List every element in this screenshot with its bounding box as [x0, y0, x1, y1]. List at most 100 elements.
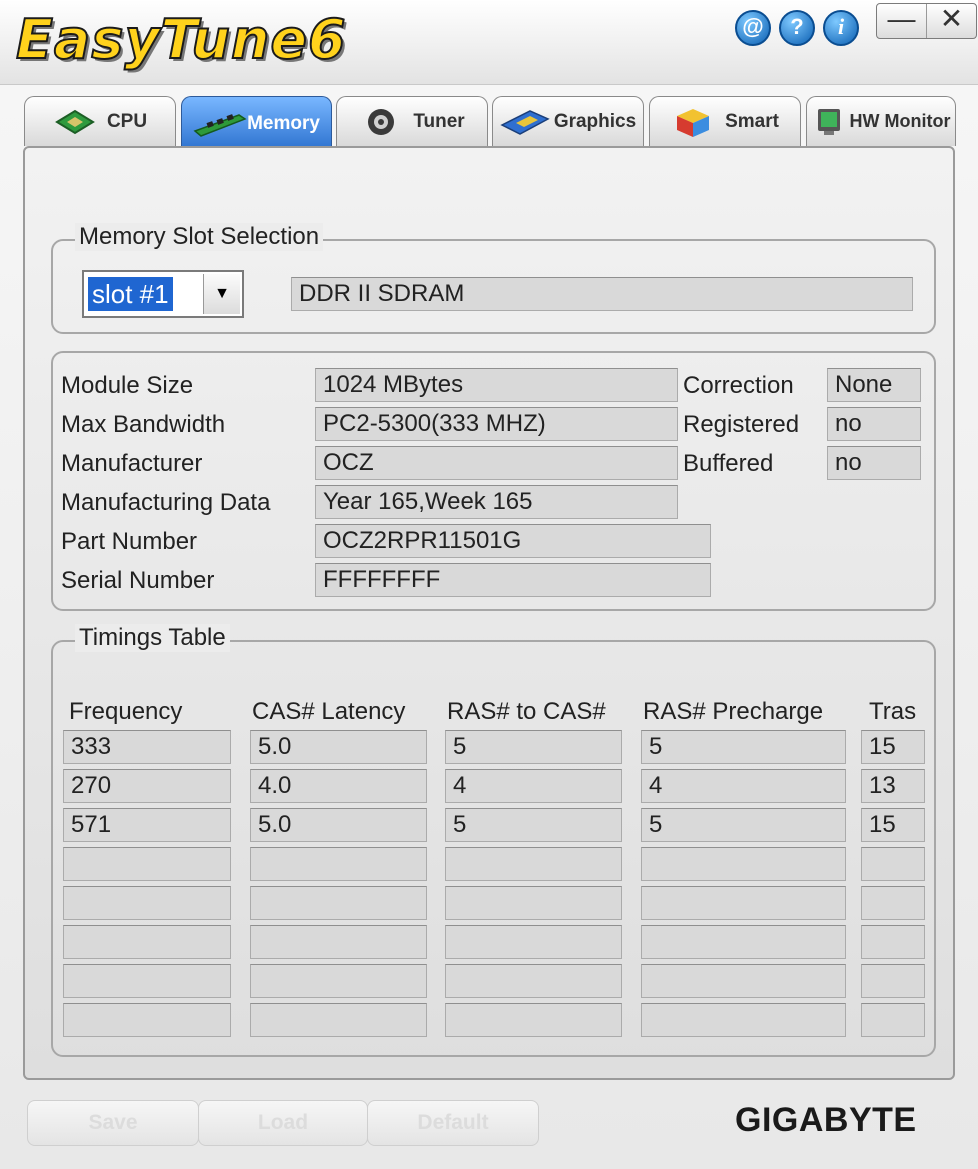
timings-cell-frequency: [63, 1003, 231, 1037]
timings-cell-ras-to-cas: [445, 964, 622, 998]
timings-cell-ras-precharge: 5: [641, 730, 846, 764]
chevron-down-icon[interactable]: ▼: [203, 274, 240, 314]
timings-cell-tras: 13: [861, 769, 925, 803]
tuner-dial-icon: [359, 107, 403, 137]
minimize-button[interactable]: —: [877, 4, 926, 38]
max-bandwidth-field: PC2-5300(333 MHZ): [315, 407, 678, 441]
tab-tuner-label: Tuner: [413, 110, 465, 132]
timings-cell-tras: [861, 1003, 925, 1037]
registered-label: Registered: [683, 411, 800, 438]
timings-cell-cas-latency: [250, 847, 427, 881]
memory-type-field: DDR II SDRAM: [291, 277, 913, 311]
timings-cell-frequency: 333: [63, 730, 231, 764]
tab-graphics[interactable]: Graphics: [492, 96, 644, 146]
info-icon[interactable]: i: [823, 10, 859, 46]
registered-field: no: [827, 407, 921, 441]
hw-monitor-icon: [812, 107, 846, 137]
timings-cell-ras-to-cas: [445, 925, 622, 959]
buffered-label: Buffered: [683, 450, 774, 477]
timings-cell-tras: [861, 925, 925, 959]
easytune-window: EasyTune6 @ ? i — ✕ CPU Memory Tuner Gra…: [0, 0, 978, 1169]
smart-cube-icon: [671, 107, 715, 137]
slot-select-value: slot #1: [88, 277, 173, 311]
timings-cell-ras-to-cas: 5: [445, 730, 622, 764]
slot-select[interactable]: slot #1 ▼: [82, 270, 244, 318]
timings-legend: Timings Table: [75, 624, 230, 652]
manufacturer-label: Manufacturer: [61, 450, 203, 477]
timings-cell-cas-latency: 4.0: [250, 769, 427, 803]
correction-label: Correction: [683, 372, 794, 399]
timings-header-ras-to-cas: RAS# to CAS#: [447, 698, 606, 725]
save-button[interactable]: Save: [27, 1100, 199, 1146]
timings-cell-ras-precharge: [641, 964, 846, 998]
manufacturing-data-label: Manufacturing Data: [61, 489, 271, 516]
timings-cell-cas-latency: [250, 886, 427, 920]
default-button[interactable]: Default: [367, 1100, 539, 1146]
timings-cell-cas-latency: [250, 1003, 427, 1037]
timings-cell-ras-precharge: 5: [641, 808, 846, 842]
timings-cell-cas-latency: [250, 925, 427, 959]
timings-cell-cas-latency: 5.0: [250, 730, 427, 764]
correction-field: None: [827, 368, 921, 402]
timings-cell-ras-to-cas: [445, 886, 622, 920]
serial-number-label: Serial Number: [61, 567, 215, 594]
timings-cell-ras-precharge: [641, 925, 846, 959]
tab-cpu-label: CPU: [106, 110, 148, 132]
serial-number-field: FFFFFFFF: [315, 563, 711, 597]
timings-cell-ras-to-cas: 4: [445, 769, 622, 803]
easytune-logo: EasyTune6: [15, 7, 347, 72]
title-bar: EasyTune6 @ ? i — ✕: [0, 0, 978, 85]
slot-selection-legend: Memory Slot Selection: [75, 223, 324, 251]
graphics-card-icon: [500, 107, 550, 137]
tab-smart-label: Smart: [725, 110, 779, 132]
timings-cell-cas-latency: [250, 964, 427, 998]
tab-hw-monitor-label: HW Monitor: [849, 111, 951, 131]
load-button[interactable]: Load: [198, 1100, 368, 1146]
tab-hw-monitor[interactable]: HW Monitor: [806, 96, 956, 146]
tab-graphics-label: Graphics: [553, 110, 637, 132]
timings-cell-ras-precharge: [641, 886, 846, 920]
timings-cell-tras: 15: [861, 730, 925, 764]
tab-memory[interactable]: Memory: [181, 96, 332, 150]
timings-cell-frequency: [63, 964, 231, 998]
part-number-label: Part Number: [61, 528, 198, 555]
part-number-field: OCZ2RPR11501G: [315, 524, 711, 558]
timings-cell-tras: 15: [861, 808, 925, 842]
max-bandwidth-label: Max Bandwidth: [61, 411, 226, 438]
timings-cell-frequency: 571: [63, 808, 231, 842]
memory-stick-icon: [193, 109, 247, 139]
tab-memory-label: Memory: [247, 112, 320, 134]
manufacturer-field: OCZ: [315, 446, 678, 480]
manufacturing-data-field: Year 165,Week 165: [315, 485, 678, 519]
tab-tuner[interactable]: Tuner: [336, 96, 488, 146]
timings-cell-ras-to-cas: 5: [445, 808, 622, 842]
module-size-label: Module Size: [61, 372, 194, 399]
timings-cell-ras-precharge: 4: [641, 769, 846, 803]
timings-cell-frequency: [63, 925, 231, 959]
tab-cpu[interactable]: CPU: [24, 96, 176, 146]
timings-header-ras-precharge: RAS# Precharge: [643, 698, 824, 725]
timings-cell-frequency: [63, 886, 231, 920]
window-controls: — ✕: [876, 3, 977, 39]
timings-cell-tras: [861, 847, 925, 881]
gigabyte-logo: GIGABYTE: [735, 1101, 917, 1139]
help-icon[interactable]: ?: [779, 10, 815, 46]
timings-cell-tras: [861, 964, 925, 998]
timings-cell-ras-to-cas: [445, 1003, 622, 1037]
timings-header-tras: Tras: [869, 698, 917, 725]
at-icon[interactable]: @: [735, 10, 771, 46]
close-button[interactable]: ✕: [926, 4, 976, 38]
timings-cell-frequency: 270: [63, 769, 231, 803]
timings-cell-frequency: [63, 847, 231, 881]
tab-smart[interactable]: Smart: [649, 96, 801, 146]
timings-header-cas-latency: CAS# Latency: [252, 698, 406, 725]
timings-cell-cas-latency: 5.0: [250, 808, 427, 842]
buffered-field: no: [827, 446, 921, 480]
timings-cell-ras-to-cas: [445, 847, 622, 881]
timings-cell-tras: [861, 886, 925, 920]
module-size-field: 1024 MBytes: [315, 368, 678, 402]
timings-cell-ras-precharge: [641, 1003, 846, 1037]
timings-cell-ras-precharge: [641, 847, 846, 881]
timings-header-frequency: Frequency: [69, 698, 183, 725]
cpu-chip-icon: [53, 107, 97, 137]
